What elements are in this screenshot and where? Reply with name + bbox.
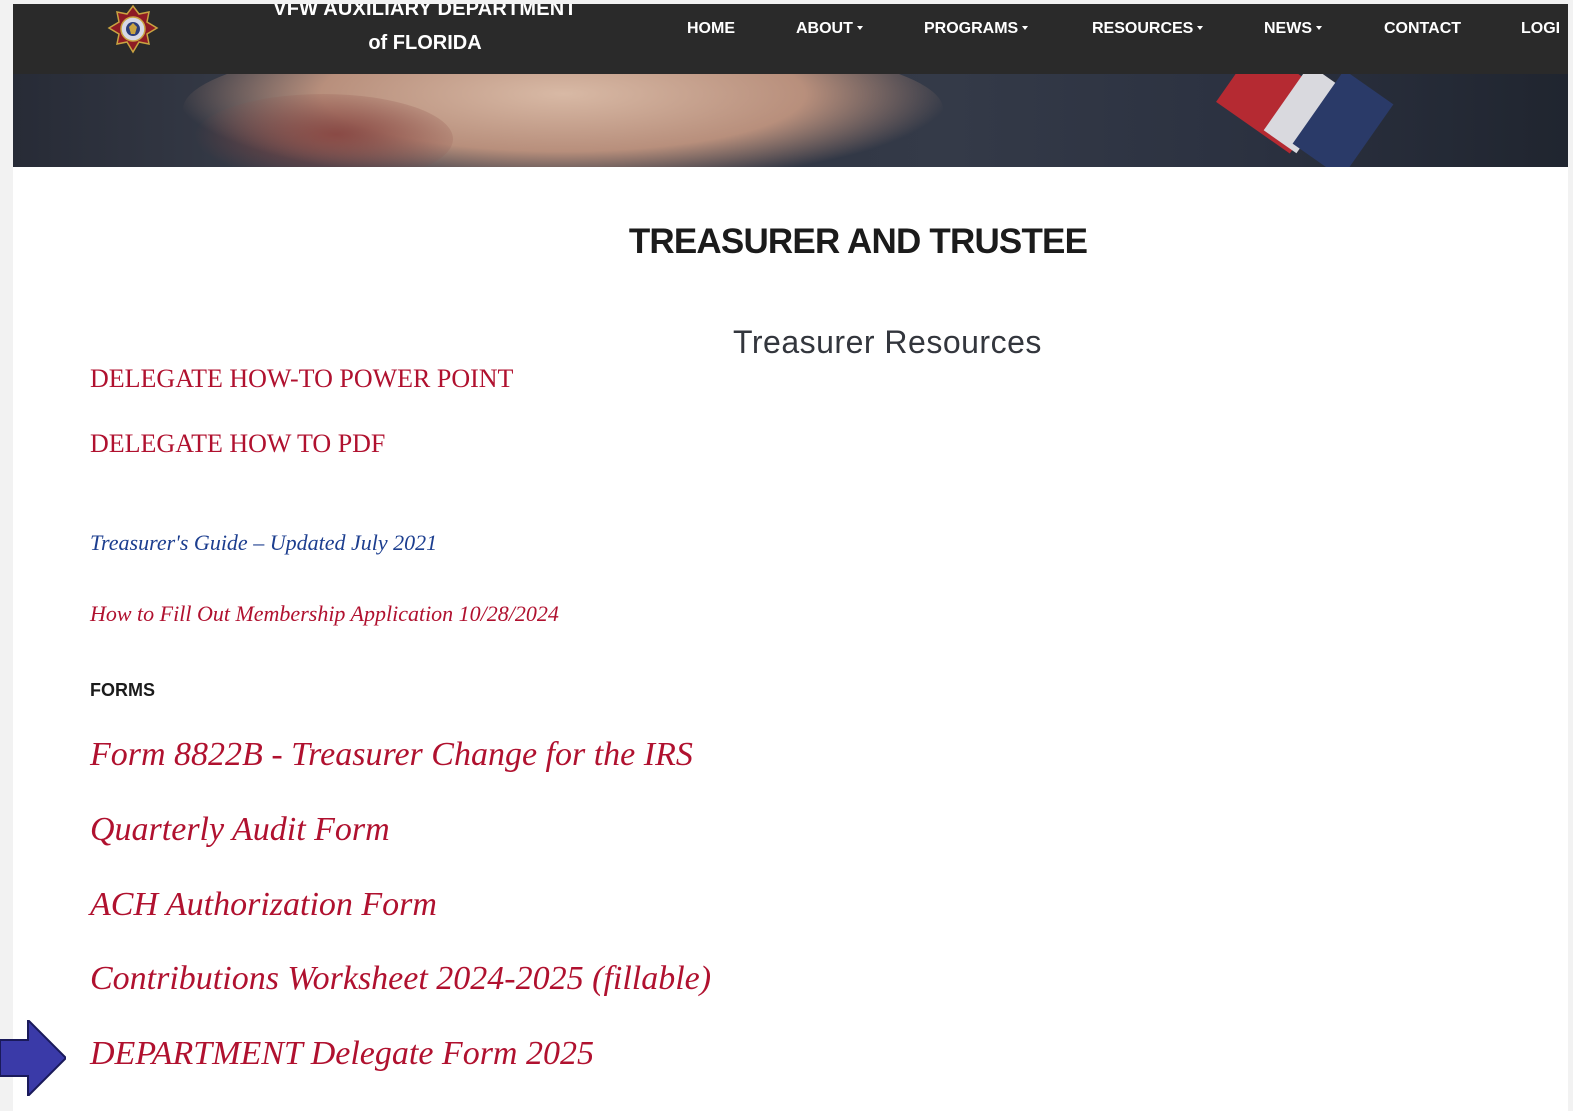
vfw-auxiliary-emblem-icon[interactable] <box>105 4 161 56</box>
nav-login[interactable]: LOGI <box>1521 20 1560 38</box>
nav-about[interactable]: ABOUT <box>796 20 863 38</box>
nav-resources[interactable]: RESOURCES <box>1092 20 1204 38</box>
link-treasurers-guide[interactable]: Treasurer's Guide – Updated July 2021 <box>90 530 437 556</box>
nav-news[interactable]: NEWS <box>1264 20 1322 38</box>
brand-name-line2[interactable]: of FLORIDA <box>245 32 605 55</box>
nav-contact-label: CONTACT <box>1384 20 1462 37</box>
brand-name-line1[interactable]: VFW AUXILIARY DEPARTMENT <box>245 4 605 21</box>
link-ach-authorization-form[interactable]: ACH Authorization Form <box>90 886 437 924</box>
page: VFW AUXILIARY DEPARTMENT of FLORIDA HOME… <box>13 4 1568 1111</box>
link-delegate-pdf[interactable]: DELEGATE HOW TO PDF <box>90 429 385 459</box>
right-arrow-icon <box>0 1020 66 1096</box>
nav-home-label: HOME <box>687 20 735 37</box>
link-contributions-worksheet[interactable]: Contributions Worksheet 2024-2025 (filla… <box>90 960 711 998</box>
nav-resources-label: RESOURCES <box>1092 20 1194 37</box>
nav-contact[interactable]: CONTACT <box>1384 20 1461 38</box>
link-delegate-powerpoint[interactable]: DELEGATE HOW-TO POWER POINT <box>90 364 513 394</box>
nav-home[interactable]: HOME <box>687 20 735 38</box>
chevron-down-icon <box>1316 26 1322 30</box>
nav-programs-label: PROGRAMS <box>924 20 1019 37</box>
top-navbar: VFW AUXILIARY DEPARTMENT of FLORIDA HOME… <box>13 4 1568 74</box>
nav-programs[interactable]: PROGRAMS <box>924 20 1029 38</box>
link-quarterly-audit-form[interactable]: Quarterly Audit Form <box>90 811 390 849</box>
nav-about-label: ABOUT <box>796 20 853 37</box>
chevron-down-icon <box>856 26 863 30</box>
chevron-down-icon <box>1022 26 1029 30</box>
link-department-delegate-form[interactable]: DEPARTMENT Delegate Form 2025 <box>90 1035 594 1073</box>
link-membership-application[interactable]: How to Fill Out Membership Application 1… <box>90 601 559 627</box>
forms-heading: FORMS <box>90 680 155 700</box>
nav-news-label: NEWS <box>1264 20 1312 37</box>
hero-banner-image <box>13 74 1568 167</box>
link-form-8822b[interactable]: Form 8822B - Treasurer Change for the IR… <box>90 736 693 774</box>
chevron-down-icon <box>1197 26 1204 30</box>
section-title: Treasurer Resources <box>733 324 1042 360</box>
page-title: TREASURER AND TRUSTEE <box>628 222 1088 261</box>
nav-login-label: LOGI <box>1521 20 1561 37</box>
